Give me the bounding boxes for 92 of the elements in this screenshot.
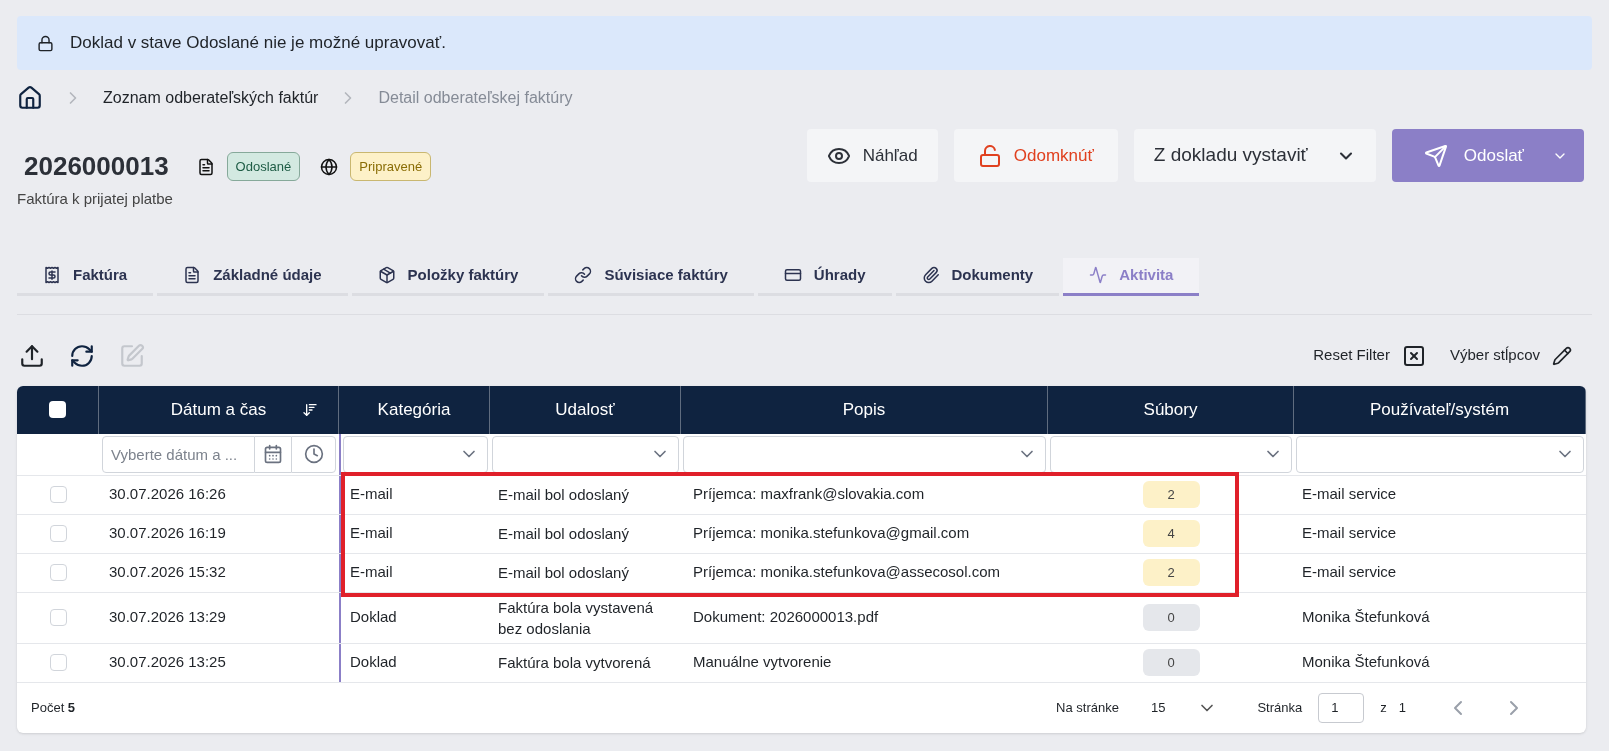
reset-filter-link[interactable]: Reset Filter — [1313, 344, 1390, 367]
filter-select[interactable] — [343, 435, 488, 473]
card-icon — [783, 266, 802, 284]
table-cell-text: E-mail service — [1302, 484, 1397, 505]
tab[interactable]: Položky faktúry — [351, 257, 545, 296]
home-icon[interactable] — [17, 85, 43, 111]
page-of-label: z — [1380, 698, 1387, 717]
unlock-icon — [977, 143, 1002, 168]
row-checkbox[interactable] — [49, 564, 67, 581]
table-cell-text: E-mail — [350, 562, 393, 583]
table-cell-text: Manuálne vytvorenie — [693, 652, 832, 673]
table-cell-text: E-mail service — [1302, 562, 1397, 583]
record-count: Počet 5 — [31, 698, 76, 717]
row-checkbox[interactable] — [49, 401, 66, 418]
lock-icon — [37, 34, 54, 52]
row-checkbox[interactable] — [49, 654, 67, 671]
table-cell-text: Dokument: 2026000013.pdf — [693, 607, 879, 628]
sort-icon[interactable] — [302, 401, 318, 418]
page-total: 1 — [1398, 698, 1406, 717]
status-badge: Pripravené — [350, 151, 432, 182]
column-header[interactable]: Udalosť — [555, 396, 615, 423]
table-cell-text: 30.07.2026 13:25 — [109, 652, 226, 673]
column-header[interactable]: Dátum a čas — [170, 396, 267, 423]
box-icon — [377, 266, 396, 284]
tab[interactable]: Základné údaje — [157, 257, 348, 296]
table-cell-text: E-mail — [350, 484, 393, 505]
date-filter-field[interactable]: Vyberte dátum a ... — [102, 435, 255, 473]
pencil-icon[interactable] — [1552, 345, 1572, 366]
table-cell-text: Doklad — [350, 652, 397, 673]
table-cell-text: Príjemca: maxfrank@slovakia.com — [693, 484, 925, 505]
page-label: Stránka — [1257, 698, 1303, 717]
upload-icon[interactable] — [19, 342, 45, 369]
table-cell-text: Monika Štefunková — [1302, 607, 1430, 628]
row-checkbox[interactable] — [49, 486, 67, 503]
table-cell-text: Doklad — [350, 607, 397, 628]
column-header[interactable]: Súbory — [1143, 396, 1198, 423]
globe-icon — [320, 157, 339, 176]
row-checkbox[interactable] — [49, 609, 67, 626]
table-cell-text: Príjemca: monika.stefunkova@assecosol.com — [693, 562, 1001, 583]
file-count-badge: 0 — [1142, 604, 1200, 631]
file-count-badge: 4 — [1142, 520, 1200, 547]
table-cell-text: 30.07.2026 13:29 — [109, 607, 226, 628]
banner-text: Doklad v stave Odoslané nie je možné upravovať. — [70, 32, 446, 55]
document-icon — [196, 157, 215, 176]
calendar-icon[interactable] — [263, 444, 283, 464]
per-page-select[interactable]: 15 — [1151, 697, 1218, 718]
table-cell-text: E-mail service — [1302, 523, 1397, 544]
invoice-subtitle: Faktúra k prijatej platbe — [17, 189, 174, 209]
table-cell-text: 30.07.2026 15:32 — [109, 562, 226, 583]
page-field[interactable]: 1 — [1318, 692, 1365, 723]
column-header[interactable]: Používateľ/systém — [1369, 396, 1510, 423]
activity-icon — [1089, 266, 1108, 284]
clear-filter-icon[interactable] — [1401, 343, 1426, 368]
table-cell-text: 30.07.2026 16:26 — [109, 484, 226, 505]
table-cell-text: E-mail bol odoslaný — [498, 563, 630, 583]
status-badge: Odoslané — [226, 151, 301, 182]
table-cell-text: Monika Štefunková — [1302, 652, 1430, 673]
send-icon — [1423, 143, 1448, 168]
file-count-badge: 2 — [1142, 559, 1200, 586]
filter-select[interactable] — [683, 435, 1046, 473]
table-cell-text: E-mail bol odoslaný — [498, 524, 630, 544]
send-button[interactable]: Odoslať — [1391, 129, 1584, 182]
filter-select[interactable] — [492, 435, 679, 473]
column-header[interactable]: Popis — [842, 396, 886, 423]
unlock-button[interactable]: Odomknúť — [953, 129, 1118, 182]
link-icon — [574, 266, 593, 284]
receipt-icon — [43, 266, 61, 284]
file-count-badge: 2 — [1142, 481, 1200, 508]
tab[interactable]: Faktúra — [17, 257, 154, 296]
row-checkbox[interactable] — [49, 525, 67, 542]
table-cell-text: 30.07.2026 16:19 — [109, 523, 226, 544]
filter-select[interactable] — [1050, 435, 1292, 473]
paperclip-icon — [921, 266, 940, 284]
document-icon — [183, 266, 202, 284]
refresh-icon[interactable] — [69, 342, 95, 369]
clock-icon[interactable] — [303, 444, 324, 464]
issue-from-document-dropdown[interactable]: Z dokladu vystaviť — [1133, 129, 1376, 182]
tab[interactable]: Súvisiace faktúry — [548, 257, 754, 296]
column-header[interactable]: Kategória — [377, 396, 451, 423]
breadcrumb-link[interactable]: Zoznam odberateľských faktúr — [103, 86, 319, 110]
column-picker-link[interactable]: Výber stĺpcov — [1449, 344, 1540, 367]
table-cell-text: Faktúra bola vystavená bez odoslania — [498, 597, 655, 639]
table-cell-text: E-mail — [350, 523, 393, 544]
invoice-number: 2026000013 — [24, 150, 169, 183]
tab[interactable]: Dokumenty — [895, 257, 1060, 296]
table-cell-text: Príjemca: monika.stefunkova@gmail.com — [693, 523, 970, 544]
per-page-label: Na stránke — [1056, 698, 1119, 717]
file-count-badge: 0 — [1142, 649, 1200, 676]
table-cell-text: Faktúra bola vytvorená — [498, 653, 652, 673]
table-cell-text: E-mail bol odoslaný — [498, 485, 630, 505]
tab[interactable]: Úhrady — [757, 257, 892, 296]
preview-button[interactable]: Náhľad — [806, 129, 938, 182]
